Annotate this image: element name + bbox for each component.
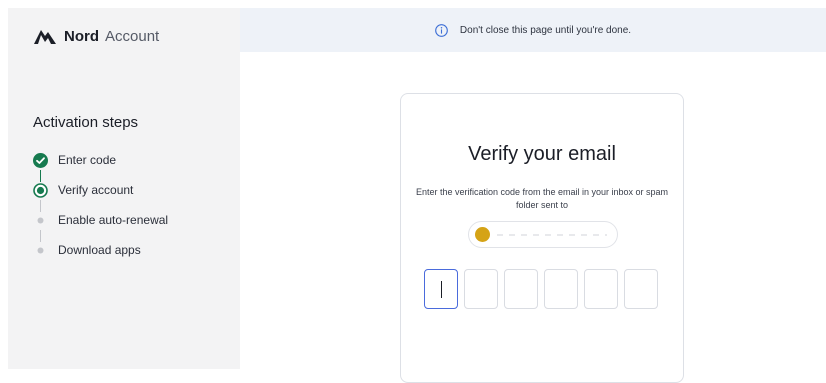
step-connector [40, 230, 41, 242]
code-digit-input-5[interactable] [584, 269, 618, 309]
logo-subtitle: Account [105, 27, 160, 45]
top-strip [0, 0, 826, 8]
verify-email-card: Verify your email Enter the verification… [400, 93, 684, 383]
current-step-icon [33, 183, 48, 198]
step-enter-code: Enter code [33, 152, 233, 170]
email-pill [468, 221, 618, 248]
step-connector [40, 200, 41, 212]
info-icon [435, 23, 448, 37]
code-digit-input-2[interactable] [464, 269, 498, 309]
step-label: Enable auto-renewal [58, 213, 169, 227]
verification-code-input [424, 269, 664, 309]
info-banner: Don't close this page until you're done. [240, 8, 826, 52]
code-digit-input-6[interactable] [624, 269, 658, 309]
card-description: Enter the verification code from the ema… [415, 187, 669, 210]
pending-step-icon [37, 217, 44, 224]
masked-email [497, 234, 607, 236]
activation-steps-heading: Activation steps [33, 114, 139, 131]
step-enable-auto-renewal: Enable auto-renewal [33, 212, 233, 230]
pending-step-icon [37, 247, 44, 254]
nord-mountain-icon [34, 30, 56, 44]
step-label: Verify account [58, 183, 134, 197]
text-caret [441, 281, 442, 298]
code-digit-input-4[interactable] [544, 269, 578, 309]
banner-text: Don't close this page until you're done. [459, 24, 632, 36]
sidebar: Nord Account Activation steps Enter code… [8, 8, 240, 369]
avatar [475, 227, 490, 242]
code-digit-input-1[interactable] [424, 269, 458, 309]
check-circle-icon [33, 153, 48, 168]
code-digit-input-3[interactable] [504, 269, 538, 309]
step-label: Enter code [58, 153, 117, 167]
logo-brand: Nord [64, 27, 99, 45]
step-verify-account: Verify account [33, 182, 233, 200]
app-logo[interactable]: Nord Account [33, 27, 159, 45]
card-title: Verify your email [468, 143, 616, 165]
step-connector [40, 170, 41, 182]
step-download-apps: Download apps [33, 242, 233, 260]
step-label: Download apps [58, 243, 141, 257]
